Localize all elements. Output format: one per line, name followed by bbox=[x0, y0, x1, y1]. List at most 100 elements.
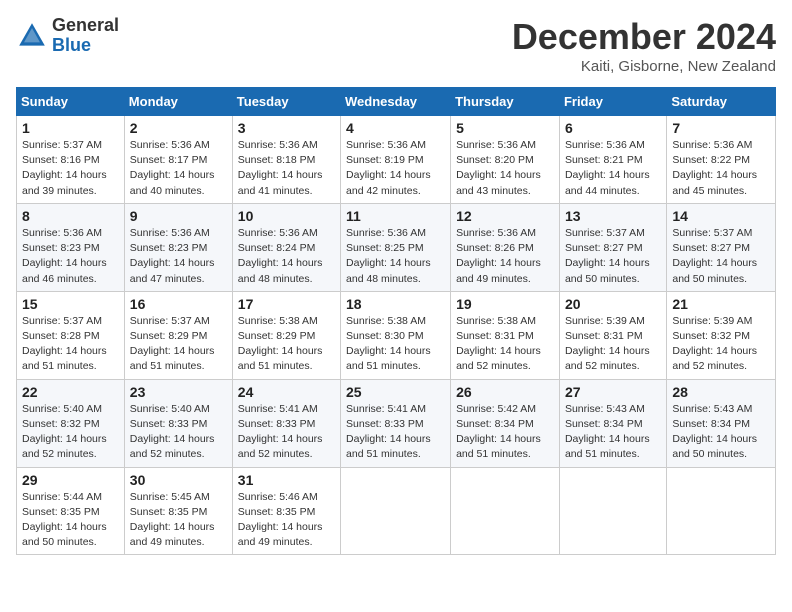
calendar-cell: 5 Sunrise: 5:36 AM Sunset: 8:20 PM Daylig… bbox=[451, 116, 560, 204]
calendar-table: SundayMondayTuesdayWednesdayThursdayFrid… bbox=[16, 87, 776, 555]
day-number: 25 bbox=[346, 384, 445, 400]
weekday-header-row: SundayMondayTuesdayWednesdayThursdayFrid… bbox=[17, 88, 776, 116]
calendar-week-row: 1 Sunrise: 5:37 AM Sunset: 8:16 PM Daylig… bbox=[17, 116, 776, 204]
calendar-week-row: 8 Sunrise: 5:36 AM Sunset: 8:23 PM Daylig… bbox=[17, 203, 776, 291]
day-info: Sunrise: 5:36 AM Sunset: 8:23 PM Dayligh… bbox=[130, 226, 227, 287]
day-info: Sunrise: 5:38 AM Sunset: 8:31 PM Dayligh… bbox=[456, 314, 554, 375]
calendar-cell: 16 Sunrise: 5:37 AM Sunset: 8:29 PM Dayli… bbox=[124, 291, 232, 379]
day-number: 6 bbox=[565, 120, 661, 136]
day-info: Sunrise: 5:36 AM Sunset: 8:20 PM Dayligh… bbox=[456, 138, 554, 199]
weekday-header-thursday: Thursday bbox=[451, 88, 560, 116]
day-number: 16 bbox=[130, 296, 227, 312]
calendar-cell: 30 Sunrise: 5:45 AM Sunset: 8:35 PM Dayli… bbox=[124, 467, 232, 555]
day-number: 21 bbox=[672, 296, 770, 312]
day-number: 30 bbox=[130, 472, 227, 488]
calendar-cell: 22Sunrise: 5:40 AM Sunset: 8:32 PM Dayli… bbox=[17, 379, 125, 467]
day-info: Sunrise: 5:36 AM Sunset: 8:19 PM Dayligh… bbox=[346, 138, 445, 199]
calendar-cell: 10 Sunrise: 5:36 AM Sunset: 8:24 PM Dayli… bbox=[232, 203, 340, 291]
logo-text: General Blue bbox=[52, 16, 119, 56]
logo-icon bbox=[16, 20, 48, 52]
day-number: 12 bbox=[456, 208, 554, 224]
day-info: Sunrise: 5:40 AM Sunset: 8:33 PM Dayligh… bbox=[130, 402, 227, 463]
calendar-cell bbox=[667, 467, 776, 555]
calendar-cell: 8Sunrise: 5:36 AM Sunset: 8:23 PM Daylig… bbox=[17, 203, 125, 291]
day-info: Sunrise: 5:43 AM Sunset: 8:34 PM Dayligh… bbox=[565, 402, 661, 463]
day-number: 4 bbox=[346, 120, 445, 136]
day-number: 19 bbox=[456, 296, 554, 312]
calendar-cell: 18Sunrise: 5:38 AM Sunset: 8:30 PM Dayli… bbox=[341, 291, 451, 379]
day-number: 29 bbox=[22, 472, 119, 488]
calendar-cell: 14 Sunrise: 5:37 AM Sunset: 8:27 PM Dayli… bbox=[667, 203, 776, 291]
weekday-header-sunday: Sunday bbox=[17, 88, 125, 116]
calendar-cell: 9Sunrise: 5:36 AM Sunset: 8:23 PM Daylig… bbox=[124, 203, 232, 291]
calendar-week-row: 22Sunrise: 5:40 AM Sunset: 8:32 PM Dayli… bbox=[17, 379, 776, 467]
day-number: 10 bbox=[238, 208, 335, 224]
day-info: Sunrise: 5:43 AM Sunset: 8:34 PM Dayligh… bbox=[672, 402, 770, 463]
calendar-cell bbox=[341, 467, 451, 555]
day-info: Sunrise: 5:37 AM Sunset: 8:27 PM Dayligh… bbox=[565, 226, 661, 287]
calendar-cell: 13 Sunrise: 5:37 AM Sunset: 8:27 PM Dayli… bbox=[559, 203, 666, 291]
calendar-cell: 20 Sunrise: 5:39 AM Sunset: 8:31 PM Dayli… bbox=[559, 291, 666, 379]
calendar-cell: 26 Sunrise: 5:42 AM Sunset: 8:34 PM Dayli… bbox=[451, 379, 560, 467]
day-info: Sunrise: 5:37 AM Sunset: 8:28 PM Dayligh… bbox=[22, 314, 119, 375]
day-info: Sunrise: 5:36 AM Sunset: 8:18 PM Dayligh… bbox=[238, 138, 335, 199]
calendar-cell: 24 Sunrise: 5:41 AM Sunset: 8:33 PM Dayli… bbox=[232, 379, 340, 467]
calendar-cell: 28 Sunrise: 5:43 AM Sunset: 8:34 PM Dayli… bbox=[667, 379, 776, 467]
day-number: 23 bbox=[130, 384, 227, 400]
title-section: December 2024 Kaiti, Gisborne, New Zeala… bbox=[512, 16, 776, 75]
weekday-header-tuesday: Tuesday bbox=[232, 88, 340, 116]
day-number: 17 bbox=[238, 296, 335, 312]
day-info: Sunrise: 5:37 AM Sunset: 8:27 PM Dayligh… bbox=[672, 226, 770, 287]
day-number: 8 bbox=[22, 208, 119, 224]
day-info: Sunrise: 5:41 AM Sunset: 8:33 PM Dayligh… bbox=[346, 402, 445, 463]
calendar-cell: 15Sunrise: 5:37 AM Sunset: 8:28 PM Dayli… bbox=[17, 291, 125, 379]
day-info: Sunrise: 5:44 AM Sunset: 8:35 PM Dayligh… bbox=[22, 490, 119, 551]
day-number: 11 bbox=[346, 208, 445, 224]
day-info: Sunrise: 5:36 AM Sunset: 8:25 PM Dayligh… bbox=[346, 226, 445, 287]
day-info: Sunrise: 5:36 AM Sunset: 8:24 PM Dayligh… bbox=[238, 226, 335, 287]
calendar-cell: 25 Sunrise: 5:41 AM Sunset: 8:33 PM Dayli… bbox=[341, 379, 451, 467]
day-number: 5 bbox=[456, 120, 554, 136]
day-number: 18 bbox=[346, 296, 445, 312]
day-number: 7 bbox=[672, 120, 770, 136]
header: General Blue December 2024 Kaiti, Gisbor… bbox=[16, 16, 776, 75]
day-number: 1 bbox=[22, 120, 119, 136]
day-number: 20 bbox=[565, 296, 661, 312]
calendar-cell: 17 Sunrise: 5:38 AM Sunset: 8:29 PM Dayli… bbox=[232, 291, 340, 379]
day-info: Sunrise: 5:42 AM Sunset: 8:34 PM Dayligh… bbox=[456, 402, 554, 463]
calendar-cell: 23 Sunrise: 5:40 AM Sunset: 8:33 PM Dayli… bbox=[124, 379, 232, 467]
day-info: Sunrise: 5:36 AM Sunset: 8:17 PM Dayligh… bbox=[130, 138, 227, 199]
day-number: 26 bbox=[456, 384, 554, 400]
day-info: Sunrise: 5:45 AM Sunset: 8:35 PM Dayligh… bbox=[130, 490, 227, 551]
calendar-cell bbox=[451, 467, 560, 555]
day-number: 28 bbox=[672, 384, 770, 400]
logo-blue-text: Blue bbox=[52, 36, 119, 56]
calendar-cell: 31Sunrise: 5:46 AM Sunset: 8:35 PM Dayli… bbox=[232, 467, 340, 555]
day-info: Sunrise: 5:36 AM Sunset: 8:22 PM Dayligh… bbox=[672, 138, 770, 199]
day-number: 3 bbox=[238, 120, 335, 136]
calendar-cell: 12Sunrise: 5:36 AM Sunset: 8:26 PM Dayli… bbox=[451, 203, 560, 291]
day-number: 13 bbox=[565, 208, 661, 224]
day-info: Sunrise: 5:39 AM Sunset: 8:31 PM Dayligh… bbox=[565, 314, 661, 375]
location-title: Kaiti, Gisborne, New Zealand bbox=[512, 58, 776, 75]
day-number: 24 bbox=[238, 384, 335, 400]
weekday-header-monday: Monday bbox=[124, 88, 232, 116]
day-info: Sunrise: 5:39 AM Sunset: 8:32 PM Dayligh… bbox=[672, 314, 770, 375]
day-number: 22 bbox=[22, 384, 119, 400]
day-info: Sunrise: 5:38 AM Sunset: 8:29 PM Dayligh… bbox=[238, 314, 335, 375]
day-info: Sunrise: 5:37 AM Sunset: 8:29 PM Dayligh… bbox=[130, 314, 227, 375]
calendar-week-row: 29 Sunrise: 5:44 AM Sunset: 8:35 PM Dayli… bbox=[17, 467, 776, 555]
day-info: Sunrise: 5:41 AM Sunset: 8:33 PM Dayligh… bbox=[238, 402, 335, 463]
calendar-cell: 6 Sunrise: 5:36 AM Sunset: 8:21 PM Daylig… bbox=[559, 116, 666, 204]
day-number: 14 bbox=[672, 208, 770, 224]
day-info: Sunrise: 5:36 AM Sunset: 8:21 PM Dayligh… bbox=[565, 138, 661, 199]
day-number: 27 bbox=[565, 384, 661, 400]
calendar-cell: 29 Sunrise: 5:44 AM Sunset: 8:35 PM Dayli… bbox=[17, 467, 125, 555]
day-number: 31 bbox=[238, 472, 335, 488]
logo: General Blue bbox=[16, 16, 119, 56]
calendar-cell: 19 Sunrise: 5:38 AM Sunset: 8:31 PM Dayli… bbox=[451, 291, 560, 379]
calendar-cell: 7 Sunrise: 5:36 AM Sunset: 8:22 PM Daylig… bbox=[667, 116, 776, 204]
weekday-header-wednesday: Wednesday bbox=[341, 88, 451, 116]
calendar-week-row: 15Sunrise: 5:37 AM Sunset: 8:28 PM Dayli… bbox=[17, 291, 776, 379]
day-info: Sunrise: 5:37 AM Sunset: 8:16 PM Dayligh… bbox=[22, 138, 119, 199]
